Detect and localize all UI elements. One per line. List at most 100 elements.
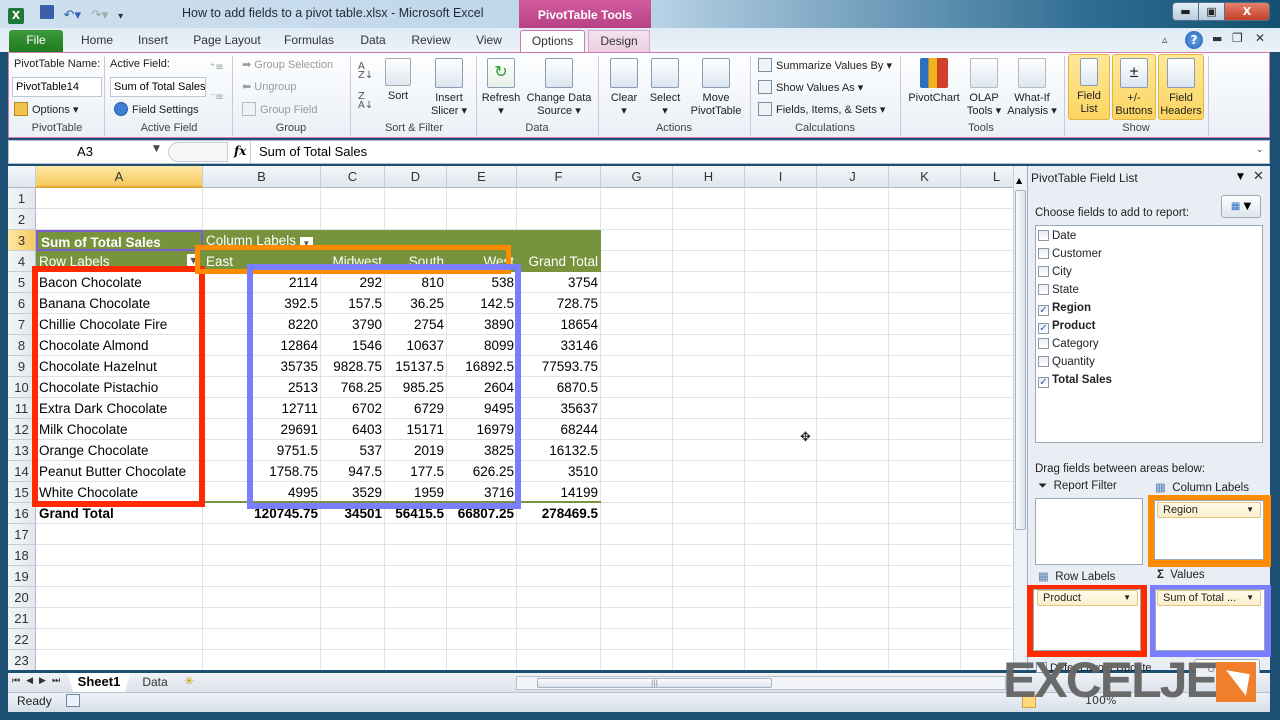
row-total-cell[interactable]: 68244 [517, 419, 601, 440]
row-header-21[interactable]: 21 [8, 608, 36, 629]
what-if-analysis-button[interactable]: What-If Analysis ▾ [1006, 58, 1058, 118]
help-icon[interactable]: ? [1185, 31, 1203, 49]
field-item-customer[interactable]: Customer [1038, 245, 1102, 263]
row-header-17[interactable]: 17 [8, 524, 36, 545]
tab-home[interactable]: Home [76, 30, 118, 52]
column-header-e[interactable]: E [447, 166, 517, 188]
olap-tools-button[interactable]: OLAP Tools ▾ [964, 58, 1004, 118]
ungroup-button[interactable]: ⬅ Ungroup [242, 80, 296, 93]
row-total-cell[interactable]: 33146 [517, 335, 601, 356]
field-list-toggle[interactable]: Field List [1068, 54, 1110, 120]
field-settings-button[interactable]: Field Settings [114, 102, 199, 116]
pivottable-name-input[interactable]: PivotTable14 [12, 77, 102, 97]
pane-close-icon[interactable]: ✕ [1253, 169, 1264, 184]
scroll-up-icon[interactable]: ▲ [1016, 176, 1022, 185]
row-total-cell[interactable]: 3754 [517, 272, 601, 293]
field-item-total-sales[interactable]: ✓ Total Sales [1038, 371, 1112, 389]
fields-items-sets-button[interactable]: Fields, Items, & Sets ▾ [758, 102, 885, 116]
values-field-chip[interactable]: Sum of Total ... ▼ [1157, 590, 1261, 606]
field-item-quantity[interactable]: Quantity [1038, 353, 1095, 371]
wb-restore-icon[interactable]: ❐ [1232, 31, 1243, 45]
column-field-chip[interactable]: Region ▼ [1157, 502, 1261, 518]
tab-page-layout[interactable]: Page Layout [190, 30, 264, 52]
insert-slicer-button[interactable]: Insert Slicer ▾ [428, 58, 470, 118]
change-data-source-button[interactable]: Change Data Source ▾ [524, 58, 594, 118]
pane-options-dropdown-icon[interactable]: ▼ [1237, 172, 1244, 182]
row-header-20[interactable]: 20 [8, 587, 36, 608]
column-header-a[interactable]: A [36, 166, 203, 188]
pivotchart-button[interactable]: PivotChart [904, 58, 964, 105]
save-icon[interactable] [39, 5, 54, 19]
horizontal-scroll-thumb[interactable]: ||| [537, 678, 772, 688]
tab-design[interactable]: Design [588, 30, 650, 52]
field-checkbox[interactable] [1038, 266, 1049, 277]
row-total-cell[interactable]: 14199 [517, 482, 601, 503]
tab-view[interactable]: View [470, 30, 508, 52]
column-header-k[interactable]: K [889, 166, 961, 188]
sort-z-a-icon[interactable]: Z A↓ [358, 92, 373, 111]
overall-grand-total[interactable]: 278469.5 [517, 503, 601, 524]
sheet-nav-arrows[interactable]: ⏮◀▶⏭ [12, 676, 66, 686]
field-checkbox[interactable] [1038, 248, 1049, 259]
tab-insert[interactable]: Insert [132, 30, 174, 52]
vertical-scroll-thumb[interactable] [1015, 190, 1026, 530]
vertical-scrollbar[interactable]: ▲ [1013, 166, 1027, 670]
undo-icon[interactable]: ↶▾ [64, 8, 81, 23]
insert-sheet-icon[interactable]: ✳ [184, 674, 194, 688]
row-field-chip[interactable]: Product ▼ [1037, 590, 1138, 606]
macro-record-icon[interactable] [66, 694, 80, 707]
row-header-19[interactable]: 19 [8, 566, 36, 587]
row-header-2[interactable]: 2 [8, 209, 36, 230]
group-field-button[interactable]: Group Field [242, 102, 317, 116]
column-header-f[interactable]: F [517, 166, 601, 188]
tab-review[interactable]: Review [407, 30, 455, 52]
field-item-product[interactable]: ✓ Product [1038, 317, 1095, 335]
spreadsheet-grid[interactable]: A B C D E F G H I J K L 1 2 3 4 5 6 7 8 9 10 11 12 13 14 15 16 17 18 1… [8, 166, 1013, 670]
column-header-j[interactable]: J [817, 166, 889, 188]
move-pivottable-button[interactable]: Move PivotTable [688, 58, 744, 118]
row-total-cell[interactable]: 728.75 [517, 293, 601, 314]
field-item-state[interactable]: State [1038, 281, 1079, 299]
minimize-button[interactable]: ▬ [1172, 2, 1199, 21]
horizontal-scrollbar[interactable]: ||| [516, 676, 1006, 690]
wb-close-icon[interactable]: ✕ [1255, 31, 1265, 45]
collapse-field-icon[interactable]: ⁻≡ [210, 92, 224, 103]
column-header-g[interactable]: G [601, 166, 673, 188]
tab-data[interactable]: Data [355, 30, 391, 52]
minimize-ribbon-icon[interactable]: ▵ [1162, 33, 1168, 46]
redo-icon[interactable]: ↷▾ [91, 8, 108, 23]
restore-button[interactable]: ▣ [1198, 2, 1225, 21]
wb-minimize-icon[interactable]: ▬ [1212, 32, 1222, 45]
row-total-cell[interactable]: 77593.75 [517, 356, 601, 377]
column-header-d[interactable]: D [385, 166, 447, 188]
report-filter-area[interactable] [1035, 498, 1143, 565]
row-total-cell[interactable]: 3510 [517, 461, 601, 482]
field-checkbox[interactable]: ✓ [1038, 305, 1049, 316]
field-checkbox[interactable]: ✓ [1038, 323, 1049, 334]
close-window-button[interactable]: X [1224, 2, 1270, 21]
formula-bar-expander[interactable] [168, 142, 228, 162]
values-field-header[interactable]: Sum of Total Sales [36, 230, 203, 251]
row-header-3[interactable]: 3 [8, 230, 36, 251]
field-checkbox[interactable] [1038, 356, 1049, 367]
column-header-c[interactable]: C [321, 166, 385, 188]
clear-button[interactable]: Clear ▾ [606, 58, 642, 118]
formula-input[interactable]: Sum of Total Sales [259, 144, 367, 159]
select-button[interactable]: Select ▾ [646, 58, 684, 118]
column-header-i[interactable]: I [745, 166, 817, 188]
name-box-dropdown-icon[interactable]: ▼ [153, 144, 160, 154]
customize-qat-icon[interactable]: ▾ [118, 11, 123, 22]
field-item-region[interactable]: ✓ Region [1038, 299, 1091, 317]
sheet-tab-sheet1[interactable]: Sheet1 [68, 673, 130, 692]
tab-options[interactable]: Options [520, 30, 585, 52]
sheet-tab-data[interactable]: Data [132, 673, 178, 692]
field-list-layout-button[interactable]: ▦ ▼ [1221, 195, 1261, 218]
field-headers-toggle[interactable]: Field Headers [1158, 54, 1204, 120]
tab-file[interactable]: File [9, 30, 63, 52]
column-header-h[interactable]: H [673, 166, 745, 188]
row-total-cell[interactable]: 35637 [517, 398, 601, 419]
column-header-l[interactable]: L [961, 166, 1013, 188]
field-checkbox[interactable]: ✓ [1038, 377, 1049, 388]
field-item-category[interactable]: Category [1038, 335, 1099, 353]
row-total-cell[interactable]: 18654 [517, 314, 601, 335]
